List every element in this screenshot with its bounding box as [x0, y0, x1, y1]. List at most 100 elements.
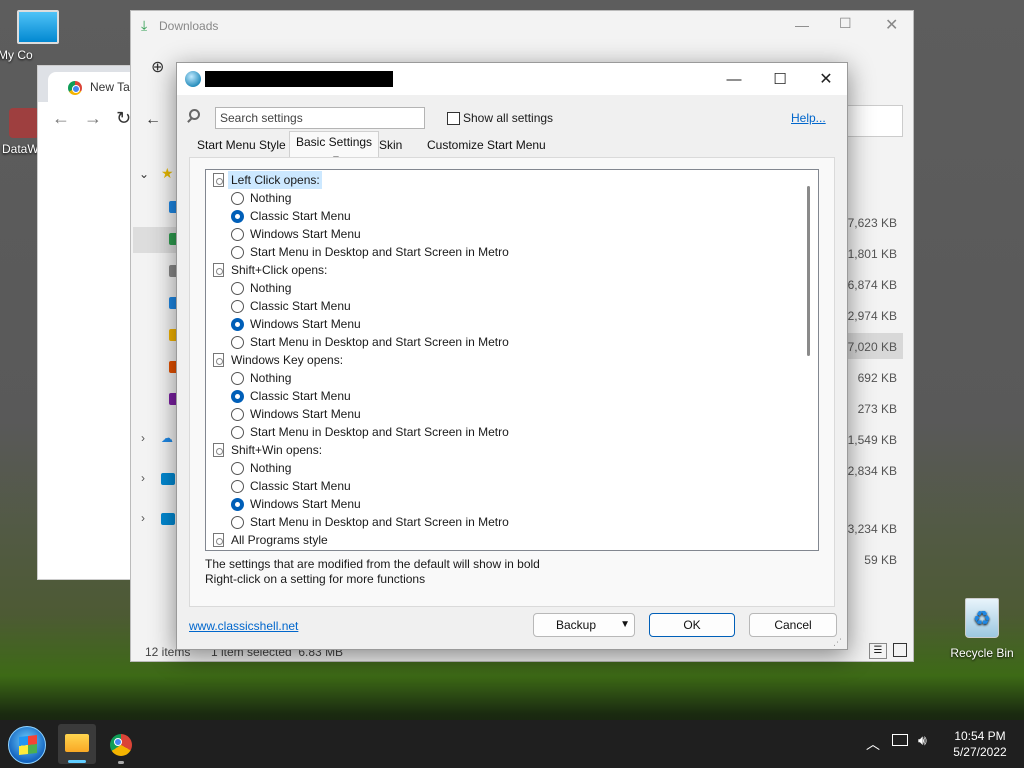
tree-group-left-click[interactable]: Left Click opens:: [206, 171, 320, 189]
tree-group-all-programs[interactable]: All Programs style: [206, 531, 328, 549]
settings-tree[interactable]: Left Click opens: Nothing Classic Start …: [205, 169, 819, 551]
radio-button-selected[interactable]: [231, 498, 244, 511]
clock-date[interactable]: 5/27/2022: [946, 745, 1014, 759]
start-button[interactable]: [8, 726, 46, 764]
back-arrow-icon[interactable]: ←: [52, 108, 70, 129]
tree-option[interactable]: Windows Start Menu: [206, 315, 361, 333]
setting-doc-icon: [213, 533, 224, 547]
info-text: Right-click on a setting for more functi…: [205, 572, 426, 586]
chevron-right-icon[interactable]: ›: [141, 431, 145, 445]
tree-option[interactable]: Windows Start Menu: [206, 405, 361, 423]
reload-icon[interactable]: ↻: [116, 108, 131, 129]
tree-option[interactable]: Start Menu in Desktop and Start Screen i…: [206, 333, 509, 351]
cancel-button[interactable]: Cancel: [749, 613, 837, 637]
tree-option[interactable]: Nothing: [206, 189, 291, 207]
setting-doc-icon: [213, 263, 224, 277]
show-all-checkbox[interactable]: [447, 112, 460, 125]
chevron-up-icon[interactable]: ︿: [866, 734, 880, 754]
tree-option[interactable]: Start Menu in Desktop and Start Screen i…: [206, 513, 509, 531]
radio-button[interactable]: [231, 516, 244, 529]
chevron-down-icon[interactable]: ⌄: [139, 167, 149, 181]
radio-button[interactable]: [231, 480, 244, 493]
radio-button[interactable]: [231, 426, 244, 439]
setting-doc-icon: [213, 443, 224, 457]
desktop-icon-label: Recycle Bin: [950, 646, 1014, 660]
radio-button[interactable]: [231, 408, 244, 421]
minimize-icon[interactable]: —: [795, 17, 809, 33]
setting-doc-icon: [213, 173, 224, 187]
radio-button-selected[interactable]: [231, 390, 244, 403]
tab-start-menu-style[interactable]: Start Menu Style: [191, 135, 292, 157]
group-label: Left Click opens:: [231, 173, 320, 187]
chevron-right-icon[interactable]: ›: [141, 511, 145, 525]
tree-group-shift-win[interactable]: Shift+Win opens:: [206, 441, 322, 459]
redacted-title-bar: [205, 71, 393, 87]
radio-button[interactable]: [231, 228, 244, 241]
close-icon[interactable]: ✕: [885, 15, 898, 35]
tree-option[interactable]: Classic Start Menu: [206, 477, 351, 495]
option-label: Nothing: [250, 461, 292, 475]
backup-button[interactable]: Backup ▼: [533, 613, 635, 637]
option-label: Windows Start Menu: [250, 227, 361, 241]
tree-option[interactable]: Nothing: [206, 279, 291, 297]
resize-grip-icon[interactable]: ⋰: [833, 637, 842, 648]
chevron-right-icon[interactable]: ›: [141, 471, 145, 485]
help-link[interactable]: Help...: [791, 111, 826, 125]
maximize-icon[interactable]: ☐: [757, 63, 803, 95]
details-view-icon[interactable]: ☰: [869, 643, 887, 659]
radio-button[interactable]: [231, 282, 244, 295]
tab-skin[interactable]: Skin: [373, 135, 408, 157]
tree-option[interactable]: Start Menu in Desktop and Start Screen i…: [206, 243, 509, 261]
desktop-icon-my-computer[interactable]: My Co: [0, 10, 70, 62]
star-icon[interactable]: ★: [161, 165, 174, 182]
monitor-icon: [17, 10, 59, 44]
tree-option[interactable]: Start Menu in Desktop and Start Screen i…: [206, 423, 509, 441]
network-icon[interactable]: [892, 734, 908, 746]
back-arrow-icon[interactable]: ←: [145, 111, 161, 129]
radio-button-selected[interactable]: [231, 210, 244, 223]
file-size: 7,020 KB: [847, 340, 897, 354]
desktop-icon-recycle-bin[interactable]: ♻ Recycle Bin: [942, 598, 1022, 660]
volume-icon[interactable]: 🔊︎: [918, 732, 927, 749]
website-link[interactable]: www.classicshell.net: [189, 619, 298, 633]
file-size: 7,623 KB: [847, 216, 897, 230]
clock-time[interactable]: 10:54 PM: [946, 729, 1014, 743]
scrollbar-thumb[interactable]: [807, 186, 810, 356]
minimize-icon[interactable]: —: [711, 63, 757, 95]
tree-option[interactable]: Classic Start Menu: [206, 207, 351, 225]
tree-option[interactable]: Classic Start Menu: [206, 387, 351, 405]
file-size: 59 KB: [864, 553, 897, 567]
tree-option[interactable]: Nothing: [206, 369, 291, 387]
option-label: Classic Start Menu: [250, 209, 351, 223]
radio-button[interactable]: [231, 462, 244, 475]
radio-button-selected[interactable]: [231, 318, 244, 331]
taskbar-explorer-button[interactable]: [58, 724, 96, 764]
explorer-search-box[interactable]: [847, 105, 903, 137]
maximize-icon[interactable]: ☐: [839, 15, 852, 32]
new-icon[interactable]: ⊕: [151, 57, 164, 77]
close-icon[interactable]: ✕: [803, 63, 849, 95]
group-label: Windows Key opens:: [231, 353, 344, 367]
radio-button[interactable]: [231, 372, 244, 385]
option-label: Windows Start Menu: [250, 497, 361, 511]
option-label: Nothing: [250, 281, 292, 295]
radio-button[interactable]: [231, 192, 244, 205]
setting-doc-icon: [213, 353, 224, 367]
tree-group-shift-click[interactable]: Shift+Click opens:: [206, 261, 327, 279]
tree-group-windows-key[interactable]: Windows Key opens:: [206, 351, 343, 369]
option-label: Classic Start Menu: [250, 389, 351, 403]
ok-button[interactable]: OK: [649, 613, 735, 637]
tab-customize-start-menu[interactable]: Customize Start Menu: [421, 135, 552, 157]
forward-arrow-icon[interactable]: →: [84, 108, 102, 129]
tree-option[interactable]: Classic Start Menu: [206, 297, 351, 315]
download-icon: ⤓: [141, 17, 148, 33]
taskbar-chrome-button[interactable]: [102, 724, 140, 764]
radio-button[interactable]: [231, 300, 244, 313]
tree-option[interactable]: Windows Start Menu: [206, 225, 361, 243]
search-input[interactable]: Search settings: [215, 107, 425, 129]
tree-option[interactable]: Windows Start Menu: [206, 495, 361, 513]
radio-button[interactable]: [231, 336, 244, 349]
tiles-view-icon[interactable]: [893, 643, 907, 657]
radio-button[interactable]: [231, 246, 244, 259]
tree-option[interactable]: Nothing: [206, 459, 291, 477]
